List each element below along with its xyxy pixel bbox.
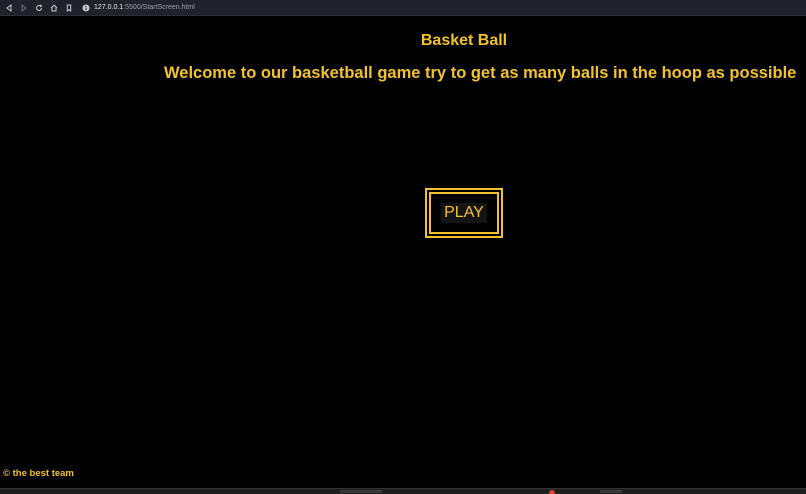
taskbar-item[interactable] <box>600 490 622 493</box>
play-button-label[interactable]: PLAY <box>441 203 487 223</box>
url-path: :5500/StartScreen.html <box>123 3 195 11</box>
taskbar-item[interactable] <box>340 490 382 493</box>
start-screen: Basket Ball Welcome to our basketball ga… <box>0 16 806 488</box>
reload-icon[interactable] <box>33 2 45 14</box>
play-button-frame[interactable]: PLAY <box>429 192 499 234</box>
page-title: Basket Ball <box>420 32 508 49</box>
play-button[interactable]: PLAY <box>425 188 503 238</box>
bookmark-icon[interactable] <box>63 2 75 14</box>
os-taskbar <box>0 488 806 494</box>
url-text: 127.0.0.1:5500/StartScreen.html <box>94 1 195 15</box>
home-icon[interactable] <box>48 2 60 14</box>
info-icon[interactable] <box>81 3 90 12</box>
browser-toolbar: 127.0.0.1:5500/StartScreen.html <box>0 0 806 16</box>
back-icon[interactable] <box>3 2 15 14</box>
url-host: 127.0.0.1 <box>94 3 124 11</box>
welcome-message: Welcome to our basketball game try to ge… <box>164 64 797 82</box>
footer-credit: © the best team <box>3 468 74 479</box>
taskbar-app-icon[interactable] <box>549 490 555 494</box>
address-bar[interactable]: 127.0.0.1:5500/StartScreen.html <box>81 1 195 15</box>
forward-icon[interactable] <box>18 2 30 14</box>
